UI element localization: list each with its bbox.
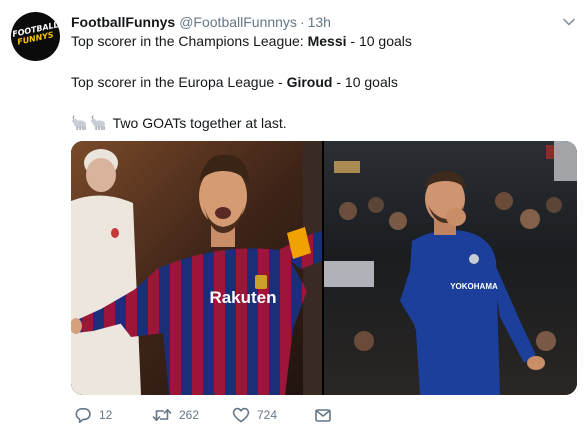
goat-emoji-icon <box>72 115 86 130</box>
line2-prefix: Top scorer in the Europa League - <box>71 74 287 90</box>
user-handle[interactable]: @FootballFunnnys <box>179 14 297 30</box>
tweet-actions: 12 262 724 <box>71 405 491 425</box>
like-button[interactable]: 724 <box>232 405 277 425</box>
envelope-icon <box>315 409 331 422</box>
tweet-header: FootballFunnys @FootballFunnnys · 13h <box>71 13 331 31</box>
line2-name: Giroud <box>286 74 333 90</box>
line1-suffix: - 10 goals <box>346 33 412 49</box>
timestamp[interactable]: 13h <box>308 14 331 30</box>
line1-name: Messi <box>307 33 347 49</box>
reply-button[interactable]: 12 <box>74 405 112 425</box>
goat-emoji-icon <box>91 115 105 130</box>
avatar[interactable]: FOOTBALL FUNNYS <box>11 12 60 61</box>
heart-icon <box>232 407 250 423</box>
photo-messi[interactable]: Rakuten <box>71 141 322 395</box>
retweet-button[interactable]: 262 <box>152 405 199 425</box>
tweet-card: FOOTBALL FUNNYS FootballFunnys @FootballF… <box>0 0 588 433</box>
shirt-sponsor-text: YOKOHAMA <box>450 282 498 291</box>
chevron-down-icon[interactable] <box>562 15 576 29</box>
separator-dot: · <box>299 14 305 30</box>
tweet-text-line-2: Top scorer in the Europa League - Giroud… <box>71 73 571 91</box>
photo-giroud[interactable]: YOKOHAMA <box>324 141 577 395</box>
line2-suffix: - 10 goals <box>332 74 398 90</box>
direct-message-button[interactable] <box>314 405 332 425</box>
retweet-count: 262 <box>179 408 200 422</box>
retweet-icon <box>152 409 172 421</box>
tweet-text-line-3: Two GOATs together at last. <box>71 114 571 132</box>
line1-prefix: Top scorer in the Champions League: <box>71 33 308 49</box>
reply-icon <box>75 408 91 423</box>
like-count: 724 <box>257 408 278 422</box>
display-name[interactable]: FootballFunnys <box>71 14 175 30</box>
tweet-media[interactable]: Rakuten YOKOHAMA <box>71 141 577 395</box>
line3-text: Two GOATs together at last. <box>109 115 287 131</box>
reply-count: 12 <box>99 408 113 422</box>
shirt-sponsor-text: Rakuten <box>209 288 276 307</box>
tweet-text-line-1: Top scorer in the Champions League: Mess… <box>71 32 571 50</box>
